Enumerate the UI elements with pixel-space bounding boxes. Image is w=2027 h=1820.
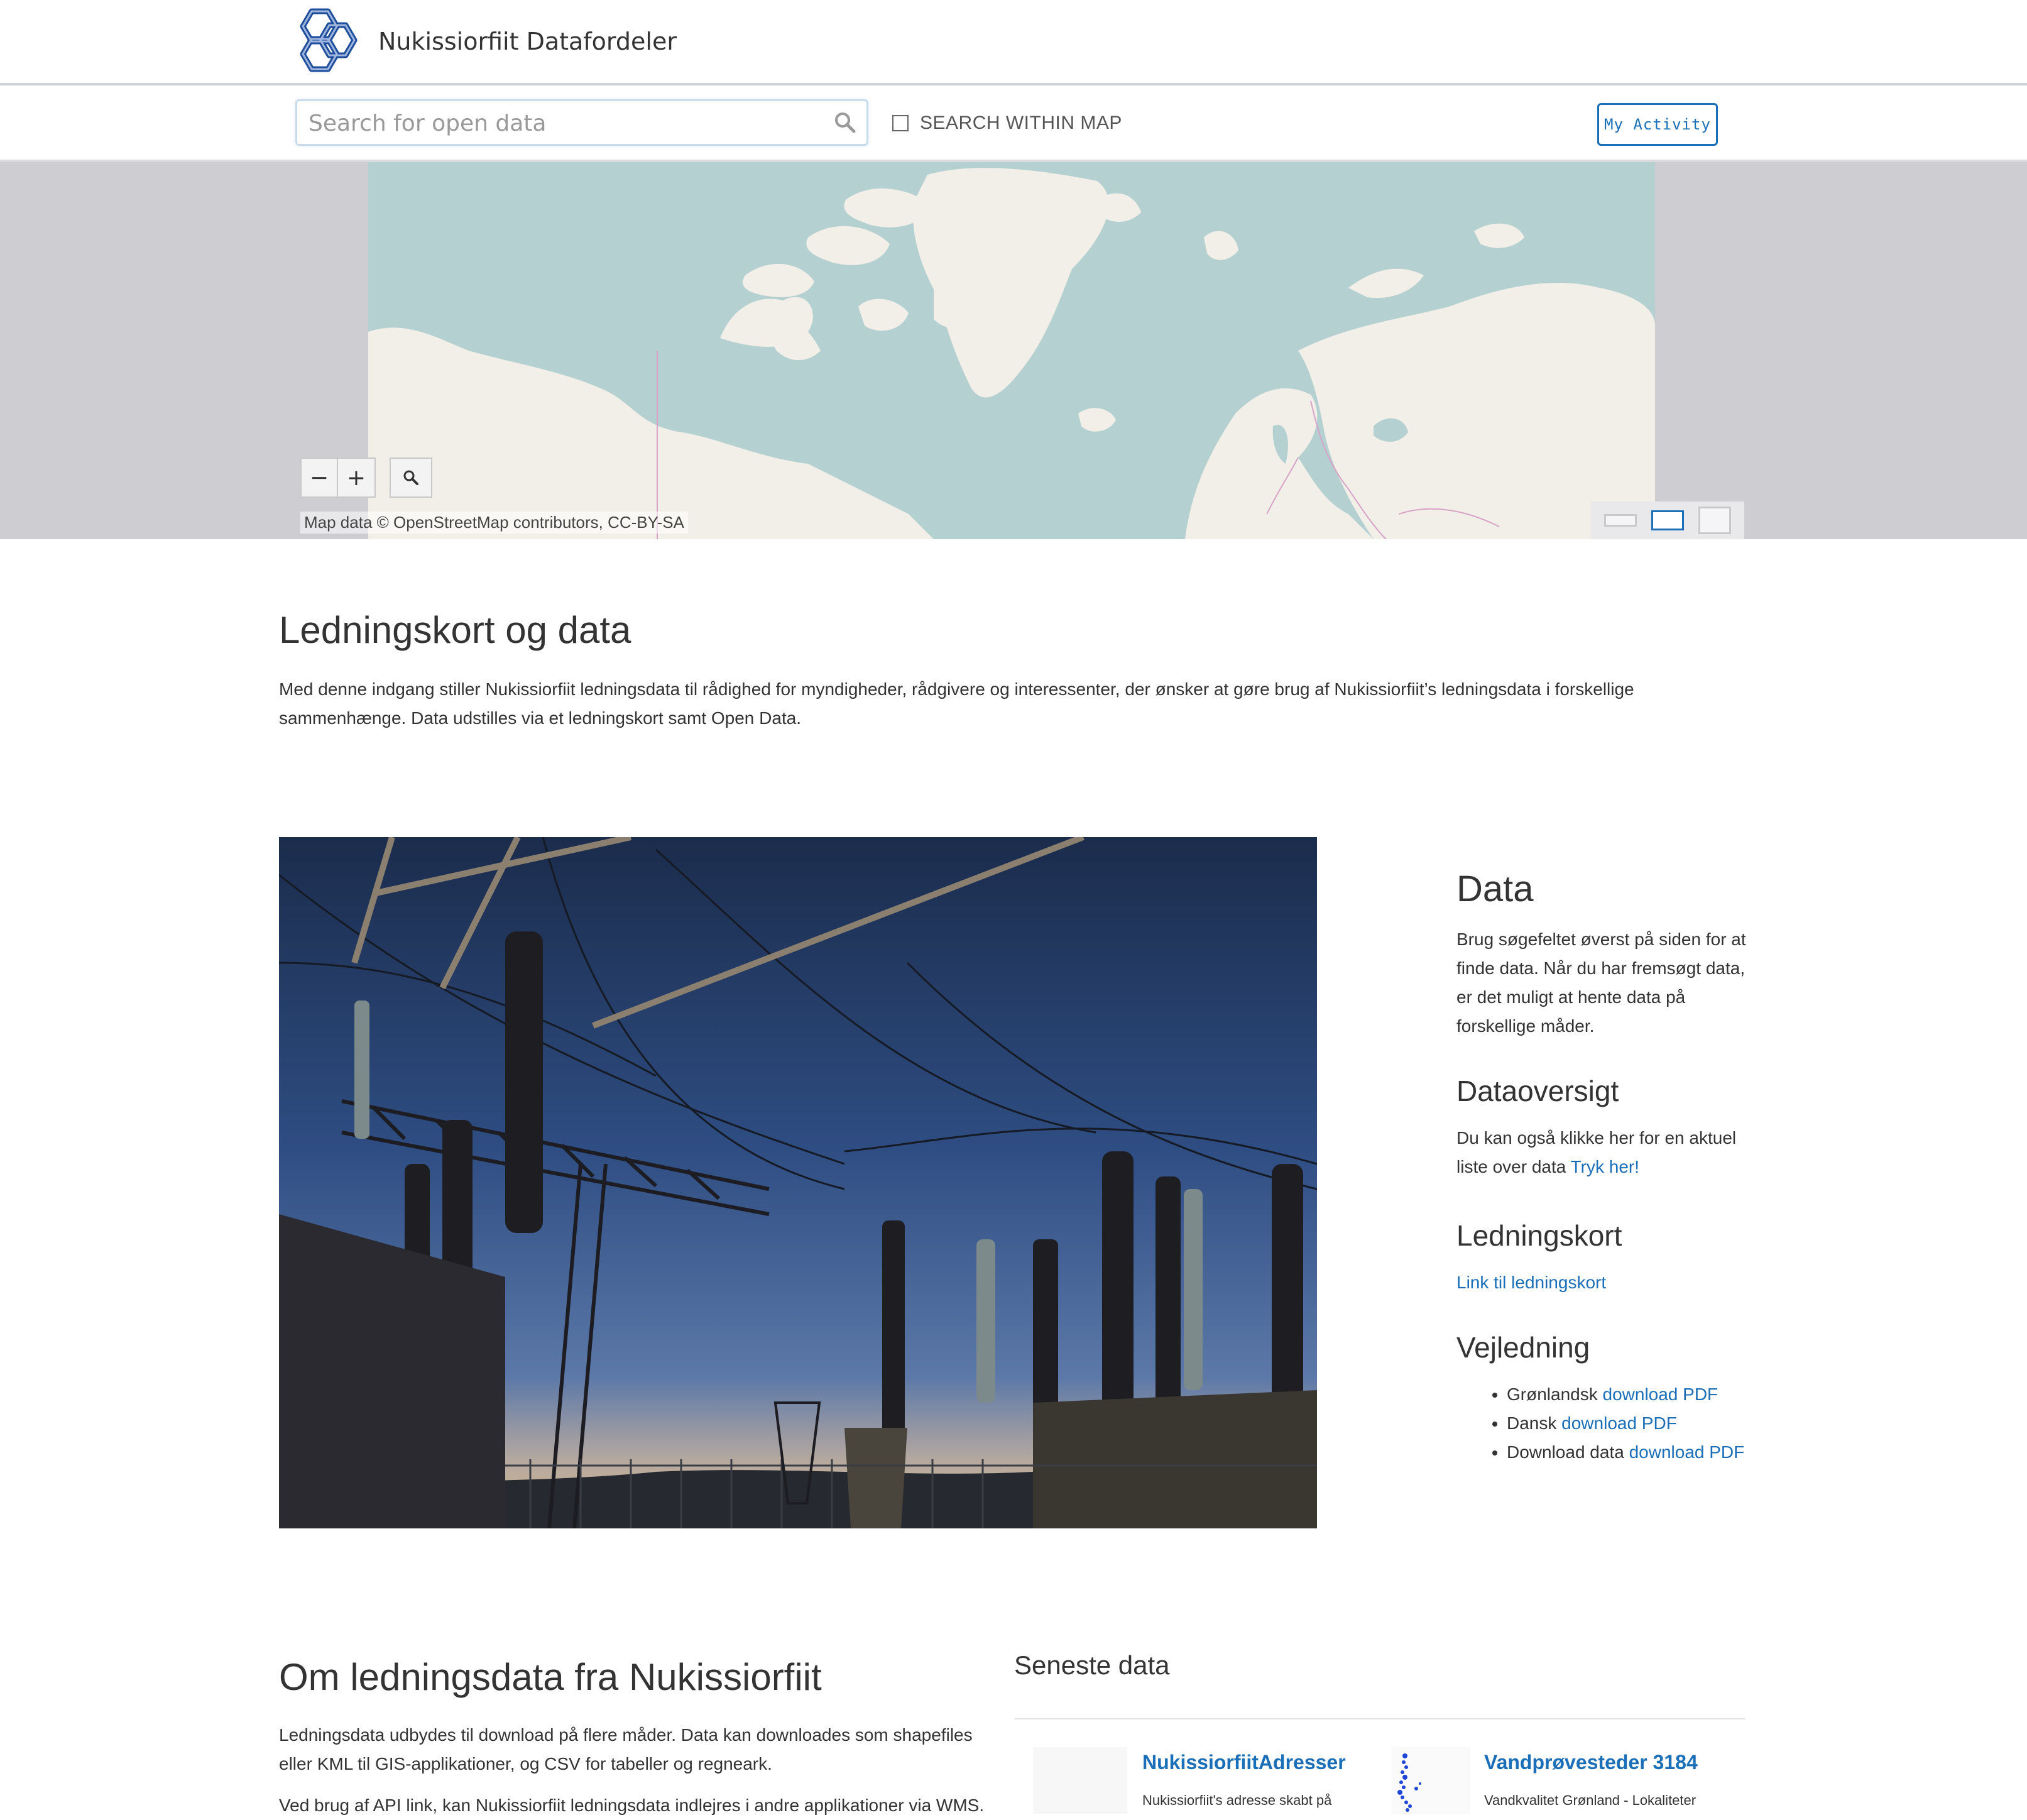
data-text: Brug søgefeltet øverst på siden for at f… <box>1456 929 1746 1036</box>
search-within-map-option[interactable]: SEARCH WITHIN MAP <box>892 109 1122 137</box>
map-zoom-controls: − + <box>300 458 376 498</box>
dataset-title[interactable]: Vandprøvesteder 3184 <box>1484 1751 1698 1774</box>
guide-label: Dansk <box>1507 1413 1557 1433</box>
guide-label: Download data <box>1507 1442 1624 1462</box>
about-paragraph-2: Ved brug af API link, kan Nukissiorfiit … <box>279 1795 985 1815</box>
dataset-thumbnail[interactable] <box>1033 1747 1127 1814</box>
info-sidebar: Data Brug søgefeltet øverst på siden for… <box>1456 867 1752 1467</box>
intro-text: Med denne indgang stiller Nukissiorfiit … <box>279 679 1634 728</box>
site-header: Nukissiorfiit Datafordeler <box>0 0 2027 85</box>
search-toolbar: SEARCH WITHIN MAP My Activity <box>0 85 2027 162</box>
dataset-description: Nukissiorfiit's adresse skabt på <box>1142 1792 1332 1808</box>
tryk-her-link[interactable]: Tryk her! <box>1571 1157 1639 1176</box>
list-item: Download data download PDF <box>1507 1438 1752 1467</box>
my-activity-button[interactable]: My Activity <box>1597 103 1718 146</box>
substation-photo <box>279 837 1317 1528</box>
magnifier-icon <box>403 470 418 485</box>
small-map-icon[interactable] <box>1604 514 1637 527</box>
greenland-points-map-icon <box>1397 1753 1421 1812</box>
map-tile[interactable] <box>368 162 1655 539</box>
large-map-icon[interactable] <box>1698 507 1731 534</box>
list-item: Dansk download PDF <box>1507 1409 1752 1438</box>
zoom-in-button[interactable]: + <box>338 458 376 498</box>
page-title: Ledningskort og data <box>279 609 631 651</box>
zoom-out-button[interactable]: − <box>300 458 338 498</box>
about-heading: Om ledningsdata fra Nukissiorfiit <box>279 1656 822 1698</box>
search-within-map-checkbox[interactable] <box>892 115 909 131</box>
dataset-title[interactable]: NukissiorfiitAdresser <box>1142 1751 1346 1774</box>
ledningskort-heading: Ledningskort <box>1456 1219 1622 1252</box>
vejledning-heading: Vejledning <box>1456 1331 1590 1364</box>
search-input[interactable] <box>307 106 812 140</box>
latest-data-heading: Seneste data <box>1014 1650 1170 1680</box>
site-brand-name[interactable]: Nukissiorfiit Datafordeler <box>378 28 677 55</box>
map-search-button[interactable] <box>390 458 432 498</box>
medium-map-icon[interactable] <box>1651 510 1684 530</box>
download-pdf-link[interactable]: download PDF <box>1561 1413 1677 1433</box>
map-view[interactable]: − + Map data © OpenStreetMap contributor… <box>0 162 2027 539</box>
dataset-thumbnail[interactable] <box>1391 1747 1470 1814</box>
dataoversigt-text: Du kan også klikke her for en aktuel lis… <box>1456 1124 1752 1181</box>
download-pdf-link[interactable]: download PDF <box>1629 1442 1745 1462</box>
search-box <box>295 99 868 146</box>
search-icon[interactable] <box>833 110 858 135</box>
search-within-map-label[interactable]: SEARCH WITHIN MAP <box>920 112 1122 134</box>
map-size-toggle <box>1591 502 1744 539</box>
ledningskort-link[interactable]: Link til ledningskort <box>1456 1273 1606 1292</box>
map-attribution: Map data © OpenStreetMap contributors, C… <box>300 512 688 534</box>
download-pdf-link[interactable]: download PDF <box>1603 1384 1718 1404</box>
guide-label: Grønlandsk <box>1507 1384 1598 1404</box>
about-paragraph-1: Ledningsdata udbydes til download på fle… <box>279 1725 973 1773</box>
dataoversigt-heading: Dataoversigt <box>1456 1075 1619 1107</box>
dataset-description: Vandkvalitet Grønland - Lokaliteter <box>1484 1792 1696 1808</box>
nukissiorfiit-logo-icon[interactable] <box>293 8 361 74</box>
guide-list: Grønlandsk download PDF Dansk download P… <box>1456 1380 1752 1467</box>
list-item: Grønlandsk download PDF <box>1507 1380 1752 1409</box>
data-heading: Data <box>1456 869 1534 909</box>
divider <box>1014 1718 1746 1719</box>
